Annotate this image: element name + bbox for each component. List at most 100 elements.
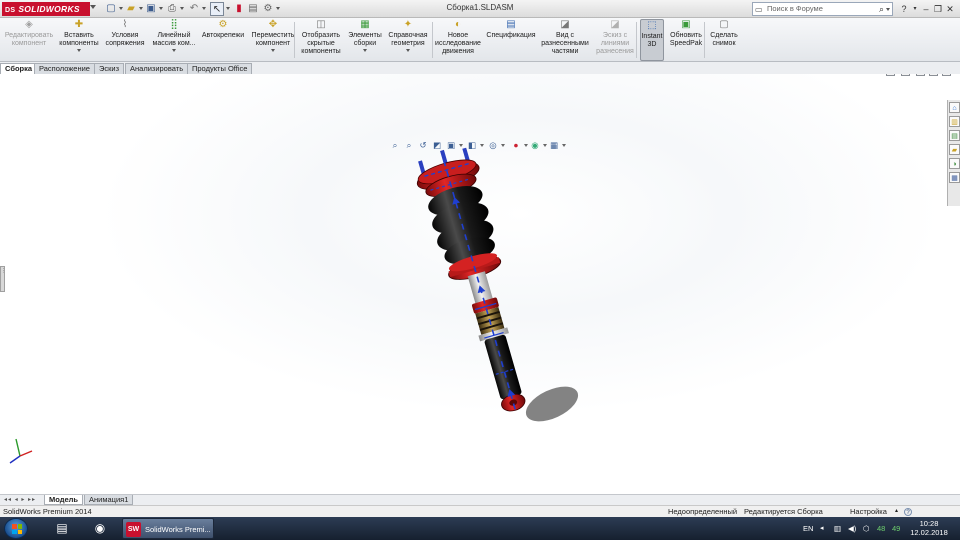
tab-office-products[interactable]: Продукты Office <box>187 63 253 74</box>
appearances-icon[interactable]: ◑ <box>949 158 960 169</box>
ribbon-button-assembly-features[interactable]: ▦ Элементы сборки <box>346 19 384 61</box>
solidworks-logo[interactable]: DS SOLIDWORKS <box>2 2 90 16</box>
display-style-icon[interactable]: ◧ <box>466 139 478 151</box>
tray-arrow-icon[interactable]: ◂ <box>820 517 824 540</box>
ribbon-button-smart-fasteners[interactable]: ⚙ Автокрепежи <box>200 19 246 61</box>
motion-study-icon: ◐ <box>454 19 462 30</box>
help-icon[interactable]: ? <box>904 508 912 516</box>
rebuild-icon[interactable]: ▮ <box>232 2 246 16</box>
custom-properties-icon[interactable]: ▦ <box>949 172 960 183</box>
ribbon-button-speedpak[interactable]: ▣ Обновить SpeedPak <box>668 19 704 61</box>
menu-arrow-icon[interactable] <box>90 5 96 9</box>
previous-view-icon[interactable]: ↺ <box>417 139 429 151</box>
options-icon[interactable]: ⚙ <box>261 2 275 16</box>
units-status[interactable]: Настройка <box>850 506 887 517</box>
chevron-down-icon[interactable] <box>276 7 280 10</box>
close-icon[interactable]: ✕ <box>944 2 956 16</box>
ribbon-button-move-component[interactable]: ✥ Переместить компонент <box>250 19 296 61</box>
chevron-down-icon[interactable] <box>459 144 463 147</box>
chevron-down-icon[interactable] <box>480 144 484 147</box>
ribbon-button-show-hidden[interactable]: ◫ Отобразить скрытые компоненты <box>298 19 344 61</box>
assembly-model[interactable] <box>0 74 960 494</box>
chevron-down-icon[interactable] <box>172 49 176 52</box>
chevron-up-icon[interactable]: ▴ <box>895 506 898 517</box>
viewport-restore-button[interactable]: ⧉ <box>916 74 925 76</box>
design-library-icon[interactable]: ▥ <box>949 116 960 127</box>
viewport-split-button[interactable]: ▭ <box>901 74 910 76</box>
system-clock[interactable]: 10:28 12.02.2018 <box>906 519 952 537</box>
undo-icon[interactable]: ↶ <box>187 2 201 16</box>
ribbon-button-snapshot[interactable]: ▢ Сделать снимок <box>708 19 740 61</box>
select-icon[interactable]: ↖ <box>210 2 224 16</box>
feature-manager-handle[interactable]: ⋮ <box>0 266 6 292</box>
tray-counter-2[interactable]: 49 <box>892 517 900 540</box>
tab-sketch[interactable]: Эскиз <box>94 63 125 74</box>
chevron-down-icon[interactable] <box>139 7 143 10</box>
volume-icon[interactable]: ◀) <box>848 517 856 540</box>
ribbon-button-exploded-view[interactable]: ◪ Вид с разнесенными частями <box>540 19 590 61</box>
ribbon-button-mate[interactable]: ⌇ Условия сопряжения <box>104 19 146 61</box>
minimize-icon[interactable]: – <box>920 2 932 16</box>
ribbon-button-explode-line-sketch[interactable]: ◪ Эскиз с линиями разнесения <box>594 19 636 61</box>
zoom-to-fit-icon[interactable]: ⌕ <box>389 139 401 151</box>
ribbon-button-instant3d[interactable]: ⬚ Instant 3D <box>640 19 664 61</box>
ribbon-button-insert-components[interactable]: ✚ Вставить компоненты <box>56 19 102 61</box>
chevron-down-icon[interactable] <box>501 144 505 147</box>
shock-absorber[interactable] <box>410 142 546 419</box>
new-icon[interactable]: ▢ <box>104 2 118 16</box>
network-icon[interactable]: ▥ <box>834 517 841 540</box>
ribbon-button-bom[interactable]: ▤ Спецификация <box>486 19 536 61</box>
save-icon[interactable]: ▣ <box>144 2 158 16</box>
search-input[interactable]: ▭ Поиск в Форуме ⌕ <box>752 2 893 16</box>
chevron-down-icon[interactable] <box>159 7 163 10</box>
chevron-down-icon[interactable] <box>886 8 890 11</box>
resources-icon[interactable]: ⌂ <box>949 102 960 113</box>
chrome-icon[interactable]: ◉ <box>86 519 114 538</box>
chevron-down-icon[interactable] <box>119 7 123 10</box>
view-orientation-icon[interactable]: ▣ <box>445 139 457 151</box>
apply-scene-icon[interactable]: ◉ <box>529 139 541 151</box>
language-indicator[interactable]: EN <box>803 517 813 540</box>
chevron-down-icon[interactable] <box>406 49 410 52</box>
viewport-tile-button[interactable]: ▣ <box>929 74 938 76</box>
open-icon[interactable]: ▰ <box>124 2 138 16</box>
ribbon-button-edit-component[interactable]: ◈ Редактировать компонент <box>4 19 54 61</box>
chevron-down-icon[interactable] <box>180 7 184 10</box>
start-button[interactable] <box>4 518 28 539</box>
file-manager-icon[interactable]: ▤ <box>48 519 76 538</box>
ribbon-button-motion-study[interactable]: ◐ Новое исследование движения <box>434 19 482 61</box>
zoom-area-icon[interactable]: ⌕ <box>403 139 415 151</box>
tab-scroll-arrows[interactable]: ◂◂ ◂ ▸ ▸▸ <box>4 496 36 503</box>
file-explorer-icon[interactable]: ▤ <box>949 130 960 141</box>
section-view-icon[interactable]: ◩ <box>431 139 443 151</box>
chevron-down-icon[interactable] <box>77 49 81 52</box>
tab-evaluate[interactable]: Анализировать <box>125 63 189 74</box>
tab-layout[interactable]: Расположение <box>34 63 95 74</box>
taskbar-solidworks[interactable]: SW SolidWorks Premi... <box>122 518 214 539</box>
restore-icon[interactable]: ❐ <box>932 2 944 16</box>
view-settings-icon[interactable]: ▦ <box>548 139 560 151</box>
chevron-down-icon[interactable] <box>363 49 367 52</box>
chevron-down-icon[interactable] <box>562 144 566 147</box>
tab-animation[interactable]: Анимация1 <box>84 495 134 505</box>
file-properties-icon[interactable]: ▤ <box>246 2 260 16</box>
chevron-down-icon[interactable] <box>524 144 528 147</box>
edit-appearance-icon[interactable]: ● <box>510 139 522 151</box>
tab-assembly[interactable]: Сборка <box>0 63 38 74</box>
chevron-down-icon[interactable] <box>226 7 230 10</box>
view-palette-icon[interactable]: ▰ <box>949 144 960 155</box>
viewport-close-button[interactable]: ✕ <box>942 74 951 76</box>
hide-show-icon[interactable]: ◎ <box>487 139 499 151</box>
viewport-maximize-button[interactable]: □ <box>886 74 895 76</box>
chevron-down-icon[interactable] <box>271 49 275 52</box>
search-icon[interactable]: ⌕ <box>879 3 884 15</box>
tray-counter-1[interactable]: 48 <box>877 517 885 540</box>
ribbon-button-reference-geometry[interactable]: ✦ Справочная геометрия <box>386 19 430 61</box>
ribbon-button-linear-pattern[interactable]: ⣿ Линейный массив ком... <box>150 19 198 61</box>
print-icon[interactable]: ⎙ <box>165 2 179 16</box>
chevron-down-icon[interactable] <box>543 144 547 147</box>
graphics-area[interactable]: ⌕ ⌕ ↺ ◩ ▣ ◧ ◎ ● ◉ ▦ □ ▭ ⧉ ▣ ✕ ⋮ <box>0 74 960 494</box>
tray-app-icon[interactable]: ⬡ <box>863 517 870 540</box>
chevron-down-icon[interactable] <box>202 7 206 10</box>
tab-model[interactable]: Модель <box>44 495 84 505</box>
